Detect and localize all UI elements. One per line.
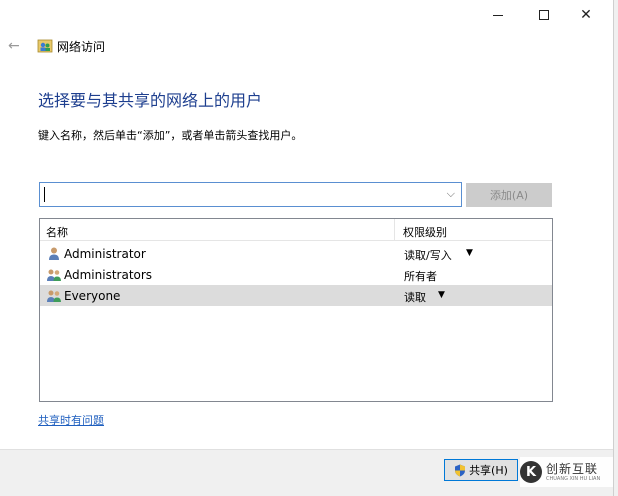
network-access-window: ✕ ← 网络访问 选择要与其共享的网络上的用户 键入名称，然后单击“添加”，或者…	[0, 0, 618, 496]
list-header: 名称 权限级别	[40, 219, 552, 241]
share-button-label: 共享(H)	[469, 464, 508, 477]
user-name: Administrator	[64, 247, 146, 261]
sharing-help-link[interactable]: 共享时有问题	[38, 412, 104, 428]
maximize-button[interactable]	[524, 4, 564, 26]
network-users-icon	[37, 39, 53, 53]
watermark-text: 创新互联 CHUANG XIN HU LIAN	[546, 463, 600, 482]
close-icon: ✕	[580, 7, 592, 23]
list-item[interactable]: Everyone 读取 ▼	[40, 285, 552, 306]
chevron-down-icon[interactable]: ⌵	[447, 187, 455, 201]
back-arrow-icon[interactable]: ←	[8, 38, 20, 54]
permission-level[interactable]: 读取	[404, 289, 426, 305]
window-edge	[613, 0, 618, 496]
dropdown-arrow-icon[interactable]: ▼	[466, 248, 473, 258]
close-button[interactable]: ✕	[566, 4, 606, 26]
user-name: Everyone	[64, 289, 121, 303]
watermark: K 创新互联 CHUANG XIN HU LIAN	[520, 457, 614, 487]
watermark-logo-icon: K	[520, 461, 542, 483]
column-header-name[interactable]: 名称	[46, 224, 68, 240]
group-icon	[47, 269, 61, 281]
watermark-sub-text: CHUANG XIN HU LIAN	[546, 475, 601, 482]
user-name-combobox[interactable]: ⌵	[39, 182, 462, 207]
permission-level: 所有者	[404, 270, 437, 283]
maximize-icon	[539, 10, 549, 20]
window-title: 网络访问	[57, 40, 106, 54]
minimize-icon	[493, 14, 503, 16]
list-item[interactable]: Administrator 读取/写入 ▼	[40, 243, 552, 264]
text-caret	[44, 187, 45, 202]
user-name: Administrators	[64, 268, 153, 282]
permission-level[interactable]: 读取/写入	[404, 247, 452, 263]
list-item[interactable]: Administrators 所有者	[40, 264, 552, 285]
column-header-permission[interactable]: 权限级别	[403, 224, 447, 240]
share-button[interactable]: 共享(H)	[444, 459, 518, 481]
instruction-text: 键入名称，然后单击“添加”，或者单击箭头查找用户。	[38, 129, 303, 142]
watermark-main-text: 创新互联	[546, 461, 599, 476]
user-icon	[49, 247, 59, 260]
minimize-button[interactable]	[478, 4, 518, 26]
add-button[interactable]: 添加(A)	[466, 183, 552, 207]
group-icon	[47, 290, 61, 302]
page-heading: 选择要与其共享的网络上的用户	[38, 91, 263, 110]
user-list: 名称 权限级别 Administrator 读取/写入 ▼ Administra…	[39, 218, 553, 402]
dropdown-arrow-icon[interactable]: ▼	[438, 290, 445, 300]
uac-shield-icon	[455, 464, 466, 476]
column-divider[interactable]	[394, 219, 395, 241]
